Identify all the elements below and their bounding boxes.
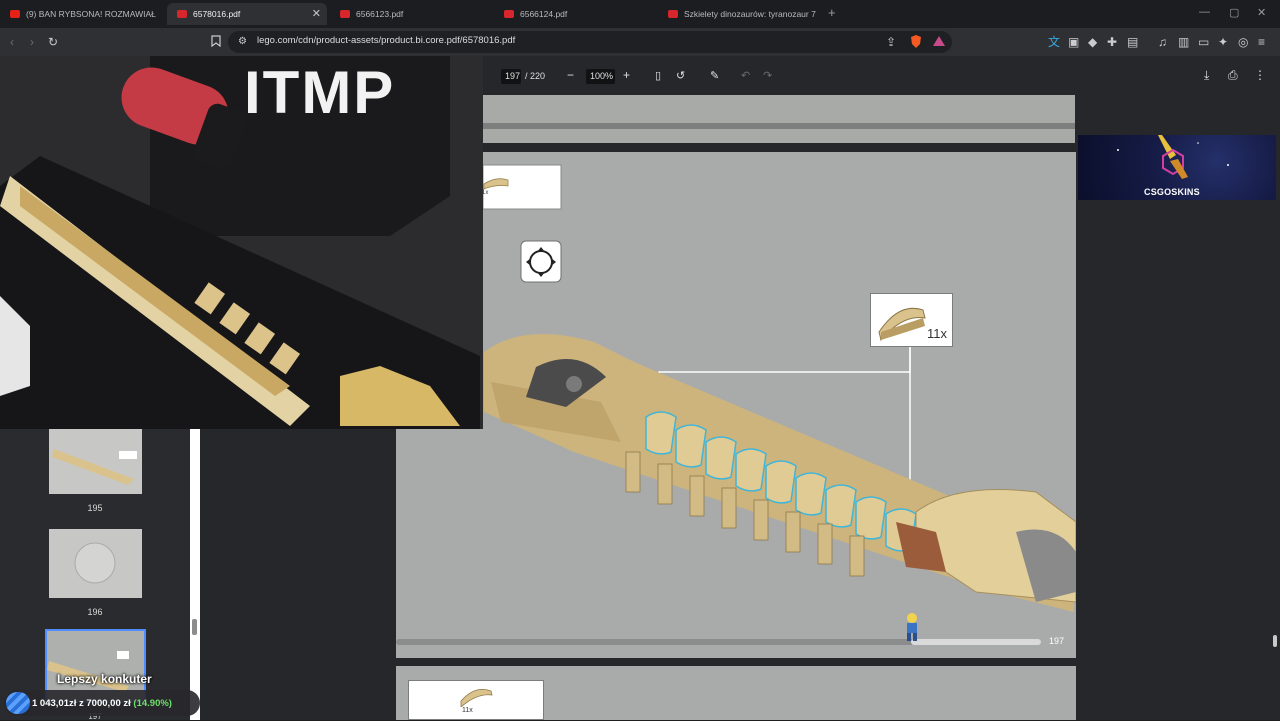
pdf-page-197: 11x 1x 197 (396, 152, 1076, 658)
new-tab-button[interactable]: + (828, 5, 836, 20)
tab-szkielety[interactable]: Szkielety dinozaurów: tyranozaur 769 (658, 3, 816, 25)
back-icon[interactable]: ‹ (10, 35, 14, 49)
zoom-in-button[interactable]: + (623, 68, 630, 82)
rewards-icon[interactable] (933, 35, 946, 50)
stream-caption: Lepszy konkuter (57, 672, 152, 686)
tab-title: 6566124.pdf (520, 9, 568, 19)
share-icon[interactable]: ⇪ (886, 35, 896, 49)
tab-6566124[interactable]: 6566124.pdf (494, 3, 654, 25)
print-icon[interactable]: ⎙ (1228, 68, 1238, 83)
curved-slope-brick-icon (460, 688, 493, 707)
tab-youtube[interactable]: (9) BAN RYBSONA! ROZMAWIAŁ Z D (0, 3, 158, 25)
zoom-level[interactable]: 100% (590, 71, 613, 81)
build-step-illustration (396, 164, 1076, 645)
tab-title: Szkielety dinozaurów: tyranozaur 769 (684, 9, 816, 19)
webcam-overlay: ITMP (0, 56, 483, 429)
minimize-button[interactable]: — (1199, 6, 1210, 18)
current-page[interactable]: 197 (505, 71, 520, 81)
extension-icon[interactable]: ▣ (1068, 35, 1079, 49)
scrollbar-thumb[interactable] (1273, 635, 1277, 647)
lego-icon (340, 10, 350, 18)
parts-callout: 11x (870, 293, 953, 347)
ad-banner[interactable]: CSGOSKINS (1078, 135, 1276, 200)
fit-page-icon[interactable]: ▯ (655, 69, 661, 82)
url-text[interactable]: lego.com/cdn/product-assets/product.bi.c… (257, 35, 515, 46)
close-window-button[interactable]: ✕ (1257, 6, 1266, 19)
sidebar-scrollbar-thumb[interactable] (192, 619, 197, 635)
thumbnail-label: 195 (87, 503, 103, 513)
download-icon[interactable]: ⤓ (1204, 68, 1209, 83)
menu-icon[interactable]: ≡ (1258, 35, 1265, 49)
tab-6578016[interactable]: 6578016.pdf ✕ (167, 3, 327, 25)
tab-title: (9) BAN RYBSONA! ROZMAWIAŁ Z D (26, 9, 158, 19)
browser-toolbar: ‹ › ↻ ⚙ lego.com/cdn/product-assets/prod… (0, 28, 1280, 70)
sidebar-icon[interactable]: ▥ (1178, 35, 1189, 49)
next-parts-callout: 11x (408, 680, 544, 720)
forward-icon[interactable]: › (30, 35, 34, 49)
lego-icon (668, 10, 678, 18)
youtube-icon (10, 10, 20, 18)
lego-icon (177, 10, 187, 18)
tab-6566123[interactable]: 6566123.pdf (330, 3, 490, 25)
next-parts-count: 11x (462, 707, 473, 714)
screenshot-icon[interactable]: ▤ (1127, 35, 1138, 49)
redo-icon[interactable]: ↷ (763, 69, 772, 82)
rotate-icon[interactable]: ↺ (676, 69, 685, 82)
curved-slope-brick-icon (878, 307, 926, 342)
leo-ai-icon[interactable]: ✦ (1218, 35, 1228, 49)
shirt-text: ITMP (244, 59, 396, 126)
tab-title: 6566123.pdf (356, 9, 404, 19)
donation-progress-icon (6, 692, 30, 714)
donation-percent: (14.90%) (133, 698, 172, 709)
translate-extension-icon[interactable]: 文 (1048, 35, 1060, 49)
undo-icon[interactable]: ↶ (741, 69, 750, 82)
thumbnail-195[interactable] (49, 429, 142, 494)
page-number-label: 197 (1049, 636, 1065, 646)
music-icon[interactable]: ♫ (1158, 35, 1167, 49)
thumbnail-196[interactable] (49, 529, 142, 598)
site-info-icon[interactable]: ⚙ (238, 35, 247, 49)
reload-icon[interactable]: ↻ (48, 35, 58, 49)
donation-amount: 1 043,01zł z 7000,00 zł (14.90%) (32, 698, 172, 709)
sidebar-scrollbar[interactable] (190, 429, 200, 720)
total-pages: / 220 (525, 71, 546, 81)
tab-title: 6578016.pdf (193, 9, 241, 19)
thumbnail-label: 196 (87, 607, 103, 617)
donation-goal-bar: 1 043,01zł z 7000,00 zł (14.90%) (4, 690, 200, 716)
zoom-out-button[interactable]: − (567, 68, 574, 82)
maximize-button[interactable]: ▢ (1229, 6, 1239, 19)
pdf-page-198-top: 11x (396, 666, 1076, 720)
tab-strip: (9) BAN RYBSONA! ROZMAWIAŁ Z D 6578016.p… (0, 0, 1280, 28)
parts-count: 11x (927, 326, 947, 341)
puzzle-icon[interactable]: ✚ (1107, 35, 1117, 49)
bookmark-icon[interactable] (211, 35, 221, 50)
webcam-scene (0, 56, 483, 429)
brave-shield-icon[interactable] (910, 35, 922, 51)
diamond-extension-icon[interactable]: ◆ (1088, 35, 1097, 49)
close-tab-icon[interactable]: ✕ (312, 7, 321, 20)
more-options-icon[interactable]: ⋮ (1254, 68, 1266, 82)
pdf-page-196-bottom (483, 95, 1075, 143)
annotate-icon[interactable]: ✎ (710, 69, 719, 82)
wallet-icon[interactable]: ▭ (1198, 35, 1209, 49)
lego-icon (504, 10, 514, 18)
vpn-icon[interactable]: ◎ (1238, 35, 1248, 49)
ad-brand: CSGOSKINS (1144, 187, 1200, 197)
